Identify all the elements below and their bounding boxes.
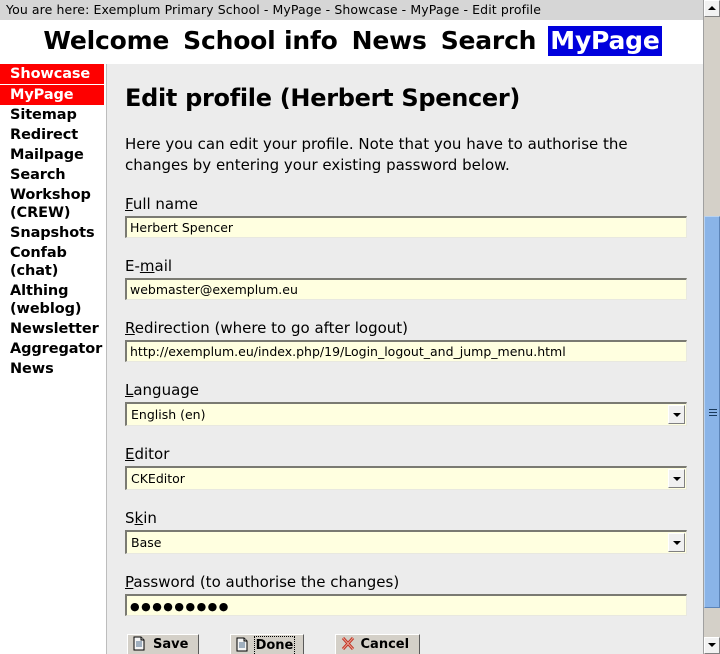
nav-item-news[interactable]: News [350, 26, 429, 56]
language-select[interactable]: English (en) [125, 402, 687, 426]
sidebar-item-news[interactable]: News [0, 359, 104, 379]
breadcrumb: You are here: Exemplum Primary School - … [0, 0, 703, 20]
label-redirection: Redirection (where to go after logout) [125, 318, 689, 338]
language-select-value: English (en) [131, 407, 206, 422]
password-input[interactable]: ●●●●●●●●● [125, 594, 687, 616]
sidebar-item-mypage[interactable]: MyPage [0, 85, 104, 105]
chevron-down-icon[interactable] [668, 533, 685, 552]
chevron-down-icon[interactable] [704, 637, 720, 654]
red-x-icon [341, 636, 354, 651]
intro-text: Here you can edit your profile. Note tha… [125, 135, 628, 174]
page-title: Edit profile (Herbert Spencer) [125, 84, 521, 112]
sidebar-item-althing-weblog[interactable]: Althing (weblog) [0, 281, 104, 319]
cancel-button-label: Cancel [360, 637, 410, 652]
sidebar: Showcase MyPage Sitemap Redirect Mailpag… [0, 64, 104, 654]
label-editor-post: ditor [134, 445, 170, 463]
label-redirection-accesskey: R [125, 319, 135, 337]
top-navigation: Welcome School info News Search MyPage [0, 20, 703, 64]
label-email: E-mail [125, 256, 689, 276]
skin-select[interactable]: Base [125, 530, 687, 554]
sidebar-item-showcase[interactable]: Showcase [0, 64, 104, 85]
cancel-button[interactable]: Cancel [334, 634, 421, 654]
label-email-post: ail [154, 257, 173, 275]
redirection-input[interactable]: http://exemplum.eu/index.php/19/Login_lo… [125, 340, 687, 362]
sidebar-item-sitemap[interactable]: Sitemap [0, 105, 104, 125]
label-skin-pre: S [125, 509, 135, 527]
label-language: Language [125, 380, 689, 400]
sidebar-item-confab-chat[interactable]: Confab (chat) [0, 243, 104, 281]
sidebar-item-aggregator[interactable]: Aggregator [0, 339, 104, 359]
field-redirection: Redirection (where to go after logout) h… [125, 318, 689, 362]
vertical-scrollbar[interactable] [703, 0, 720, 654]
scrollbar-grip [709, 409, 717, 416]
field-skin: Skin Base [125, 508, 689, 554]
form-buttons: Save Done Cancel [127, 634, 689, 654]
label-redirection-post: edirection (where to go after logout) [134, 319, 409, 337]
document-icon [133, 636, 146, 651]
chevron-up-icon[interactable] [704, 0, 720, 17]
sidebar-item-snapshots[interactable]: Snapshots [0, 223, 104, 243]
email-input[interactable]: webmaster@exemplum.eu [125, 278, 687, 300]
skin-select-value: Base [131, 535, 162, 550]
field-editor: Editor CKEditor [125, 444, 689, 490]
sidebar-item-redirect[interactable]: Redirect [0, 125, 104, 145]
label-editor: Editor [125, 444, 689, 464]
chevron-down-icon[interactable] [668, 469, 685, 488]
nav-item-welcome[interactable]: Welcome [41, 26, 171, 56]
label-skin-post: in [143, 509, 157, 527]
field-fullname: Full name Herbert Spencer [125, 194, 689, 238]
label-password: Password (to authorise the changes) [125, 572, 689, 592]
save-button-label: Save [153, 637, 189, 652]
done-button[interactable]: Done [229, 634, 305, 654]
done-button-label: Done [253, 636, 296, 654]
sidebar-item-search[interactable]: Search [0, 165, 104, 185]
field-email: E-mail webmaster@exemplum.eu [125, 256, 689, 300]
label-password-post: assword (to authorise the changes) [133, 573, 400, 591]
label-skin-accesskey: k [134, 509, 144, 527]
scrollbar-thumb[interactable] [704, 216, 720, 608]
fullname-input[interactable]: Herbert Spencer [125, 216, 687, 238]
save-button[interactable]: Save [127, 634, 200, 654]
editor-select[interactable]: CKEditor [125, 466, 687, 490]
nav-item-search[interactable]: Search [439, 26, 539, 56]
label-fullname: Full name [125, 194, 689, 214]
nav-item-school-info[interactable]: School info [181, 26, 339, 56]
label-email-accesskey: m [139, 257, 155, 275]
label-skin: Skin [125, 508, 689, 528]
editor-select-value: CKEditor [131, 471, 185, 486]
sidebar-item-workshop-crew[interactable]: Workshop (CREW) [0, 185, 104, 223]
label-fullname-post: ull name [132, 195, 198, 213]
label-fullname-accesskey: F [125, 195, 133, 213]
sidebar-item-mailpage[interactable]: Mailpage [0, 145, 104, 165]
main-content: Edit profile (Herbert Spencer) Here you … [106, 64, 703, 654]
field-password: Password (to authorise the changes) ●●●●… [125, 572, 689, 616]
label-language-post: anguage [133, 381, 200, 399]
document-icon [236, 637, 249, 652]
chevron-down-icon[interactable] [668, 405, 685, 424]
sidebar-item-newsletter[interactable]: Newsletter [0, 319, 104, 339]
label-email-pre: E- [125, 257, 140, 275]
field-language: Language English (en) [125, 380, 689, 426]
nav-item-mypage[interactable]: MyPage [548, 26, 662, 56]
